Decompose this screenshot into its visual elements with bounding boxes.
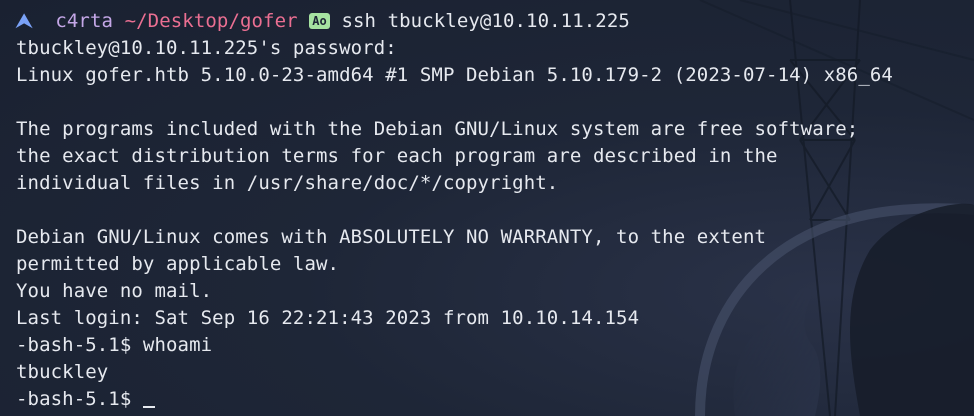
output-line: tbuckley [16,361,109,383]
prompt-line: ⮝ c4rta ~/Desktop/gofer Ao ssh tbuckley@… [16,8,966,35]
output-line: The programs included with the Debian GN… [16,118,859,140]
output-line: Linux gofer.htb 5.10.0-23-amd64 #1 SMP D… [16,64,893,86]
command-text: ssh tbuckley@10.10.11.225 [341,10,630,32]
output-line: tbuckley@10.10.11.225's password: [16,37,397,59]
output-line: You have no mail. [16,280,213,302]
arrow-up-icon: ⮝ [16,10,33,32]
prompt-user: c4rta [55,10,114,32]
git-status-icon: Ao [309,13,330,29]
prompt-path: ~/Desktop/gofer [124,10,298,32]
output-line: permitted by applicable law. [16,253,340,275]
active-prompt: -bash-5.1$ [16,388,143,410]
active-prompt-line[interactable]: -bash-5.1$ [16,386,966,413]
output-line: Debian GNU/Linux comes with ABSOLUTELY N… [16,226,767,248]
output-line: -bash-5.1$ whoami [16,334,213,356]
output-line: individual files in /usr/share/doc/*/cop… [16,172,559,194]
output-line: the exact distribution terms for each pr… [16,145,778,167]
terminal-output: ⮝ c4rta ~/Desktop/gofer Ao ssh tbuckley@… [16,8,966,413]
output-line: Last login: Sat Sep 16 22:21:43 2023 fro… [16,307,640,329]
terminal-window[interactable]: ⮝ c4rta ~/Desktop/gofer Ao ssh tbuckley@… [0,0,974,416]
text-cursor [142,406,155,408]
